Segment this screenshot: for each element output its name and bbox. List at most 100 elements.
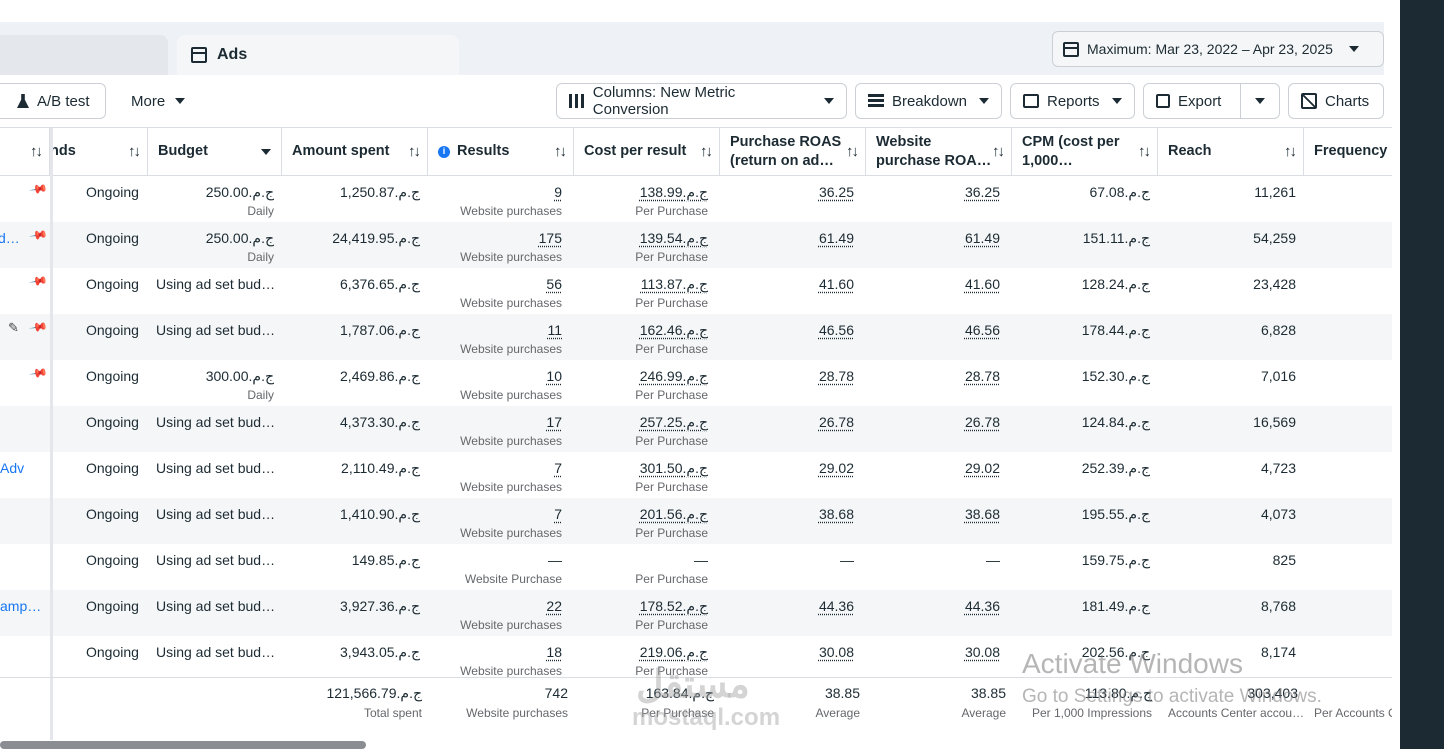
roas-cell[interactable]: 41.60 [720, 276, 854, 292]
tab-campaigns-partial[interactable] [0, 35, 168, 75]
columns-button[interactable]: Columns: New Metric Conversion [556, 83, 847, 119]
row-name-link[interactable]: amp… [0, 598, 41, 614]
pin-icon[interactable]: 📌 [28, 225, 48, 245]
results-cell[interactable]: 175 [428, 230, 562, 246]
sort-icon[interactable]: ↑↓ [992, 142, 1005, 161]
results-cell[interactable]: 18 [428, 644, 562, 660]
table-row[interactable]: 📌 Ongoing ج.م.300.00 Daily ج.م.2,469.86 10 Web… [0, 360, 1392, 406]
breakdown-button[interactable]: Breakdown [855, 83, 1002, 119]
wroas-cell[interactable]: 36.25 [866, 184, 1000, 200]
wroas-cell[interactable]: 30.08 [866, 644, 1000, 660]
wroas-cell[interactable]: 28.78 [866, 368, 1000, 384]
cpr-cell[interactable]: ج.م.139.54 [574, 230, 708, 247]
table-row[interactable]: 📌 ✎ Ongoing Using ad set bud… ج.م.1,787.06 11… [0, 314, 1392, 360]
budget-cell: Using ad set bud… [156, 506, 276, 522]
results-cell[interactable]: 22 [428, 598, 562, 614]
roas-cell[interactable]: 26.78 [720, 414, 854, 430]
sort-icon[interactable]: ↑↓ [408, 142, 421, 161]
chevron-down-icon[interactable] [261, 148, 271, 155]
charts-button[interactable]: Charts [1288, 83, 1384, 119]
edit-icon[interactable]: ✎ [8, 320, 19, 336]
results-cell[interactable]: 17 [428, 414, 562, 430]
pin-icon[interactable]: 📌 [28, 179, 48, 199]
table-row[interactable]: Ongoing Using ad set bud… ج.م.149.85 — Websi… [0, 544, 1392, 590]
results-cell[interactable]: 9 [428, 184, 562, 200]
cpr-cell[interactable]: ج.م.138.99 [574, 184, 708, 201]
results-cell[interactable]: 7 [428, 460, 562, 476]
col-purchase-roas[interactable]: Purchase ROAS (return on ad… ↑↓ [720, 128, 866, 175]
horizontal-scrollbar[interactable] [0, 741, 366, 749]
roas-cell[interactable]: 29.02 [720, 460, 854, 476]
table-row[interactable]: Ongoing Using ad set bud… ج.م.1,410.90 7 Web… [0, 498, 1392, 544]
wroas-cell[interactable]: 61.49 [866, 230, 1000, 246]
frozen-column-divider[interactable] [50, 128, 53, 740]
col-cost-per-result[interactable]: Cost per result ↑↓ [574, 128, 720, 175]
total-website-roas-caption: Average [961, 706, 1006, 720]
col-ends[interactable]: nds ↑↓ [50, 128, 148, 175]
cpr-cell[interactable]: ج.م.219.06 [574, 644, 708, 661]
table-row[interactable]: 📌 Ongoing Using ad set bud… ج.م.6,376.65 56 W… [0, 268, 1392, 314]
ends-cell: Ongoing [86, 460, 139, 476]
table-row[interactable]: d… 📌 Ongoing ج.م.250.00 Daily ج.م.24,419.95 17… [0, 222, 1392, 268]
wroas-cell[interactable]: 29.02 [866, 460, 1000, 476]
table-row[interactable]: amp… Ongoing Using ad set bud… ج.م.3,927.36… [0, 590, 1392, 636]
sort-icon[interactable]: ↑↓ [554, 142, 567, 161]
cpr-cell[interactable]: ج.م.162.46 [574, 322, 708, 339]
col-website-roas[interactable]: Website purchase ROA… ↑↓ [866, 128, 1012, 175]
cpr-cell[interactable]: ج.م.113.87 [574, 276, 708, 293]
more-button[interactable]: More [131, 83, 186, 119]
sort-icon[interactable]: ↑↓ [846, 142, 859, 161]
roas-cell[interactable]: 44.36 [720, 598, 854, 614]
cpr-cell[interactable]: ج.م.178.52 [574, 598, 708, 615]
cpr-cell[interactable]: ج.م.246.99 [574, 368, 708, 385]
cpr-cell[interactable]: ج.م.257.25 [574, 414, 708, 431]
sort-icon[interactable]: ↑↓ [1284, 142, 1297, 161]
col-frequency[interactable]: Frequency [1304, 128, 1392, 175]
results-cell[interactable]: 56 [428, 276, 562, 292]
roas-cell[interactable]: 46.56 [720, 322, 854, 338]
reports-button[interactable]: Reports [1010, 83, 1135, 119]
sort-icon[interactable]: ↑↓ [30, 142, 43, 161]
pin-icon[interactable]: 📌 [28, 317, 48, 337]
tab-ads[interactable]: Ads [177, 35, 459, 75]
table-row[interactable]: Ongoing Using ad set bud… ج.م.4,373.30 17 We… [0, 406, 1392, 452]
roas-cell[interactable]: 28.78 [720, 368, 854, 384]
export-button[interactable]: Export [1143, 83, 1241, 119]
col-budget-label: Budget [158, 143, 208, 159]
results-cell[interactable]: 7 [428, 506, 562, 522]
roas-cell[interactable]: 61.49 [720, 230, 854, 246]
date-range-button[interactable]: Maximum: Mar 23, 2022 – Apr 23, 2025 [1052, 31, 1384, 67]
pin-icon[interactable]: 📌 [28, 271, 48, 291]
wroas-cell[interactable]: 46.56 [866, 322, 1000, 338]
table-row[interactable]: Adv Ongoing Using ad set bud… ج.م.2,110.49 7… [0, 452, 1392, 498]
row-name-link[interactable]: d… [0, 230, 20, 246]
export-dropdown-button[interactable] [1240, 83, 1280, 119]
col-budget[interactable]: Budget [148, 128, 282, 175]
ab-test-button[interactable]: A/B test [0, 83, 106, 119]
results-cell[interactable]: 11 [428, 322, 562, 338]
roas-cell[interactable]: 36.25 [720, 184, 854, 200]
col-results[interactable]: i Results ↑↓ [428, 128, 574, 175]
results-cell[interactable]: 10 [428, 368, 562, 384]
roas-cell[interactable]: 30.08 [720, 644, 854, 660]
col-name-partial[interactable]: ↑↓ [0, 128, 50, 175]
row-name-link[interactable]: Adv [0, 460, 24, 476]
reach-cell: 825 [1272, 552, 1296, 568]
results-caption: Website Purchase [464, 572, 562, 586]
sort-icon[interactable]: ↑↓ [1138, 142, 1151, 161]
wroas-cell[interactable]: 38.68 [866, 506, 1000, 522]
table-row[interactable]: 📌 Ongoing ج.م.250.00 Daily ج.م.1,250.87 9 Webs… [0, 176, 1392, 222]
wroas-cell[interactable]: 44.36 [866, 598, 1000, 614]
cpr-cell[interactable]: ج.م.301.50 [574, 460, 708, 477]
sort-icon[interactable]: ↑↓ [700, 142, 713, 161]
col-amount-spent[interactable]: Amount spent ↑↓ [282, 128, 428, 175]
sort-icon[interactable]: ↑↓ [128, 142, 141, 161]
col-cpm[interactable]: CPM (cost per 1,000… ↑↓ [1012, 128, 1158, 175]
wroas-cell[interactable]: 26.78 [866, 414, 1000, 430]
col-reach[interactable]: Reach ↑↓ [1158, 128, 1304, 175]
wroas-cell[interactable]: 41.60 [866, 276, 1000, 292]
pin-icon[interactable]: 📌 [28, 363, 48, 383]
cpr-cell[interactable]: ج.م.201.56 [574, 506, 708, 523]
info-icon[interactable]: i [438, 145, 450, 158]
roas-cell[interactable]: 38.68 [720, 506, 854, 522]
